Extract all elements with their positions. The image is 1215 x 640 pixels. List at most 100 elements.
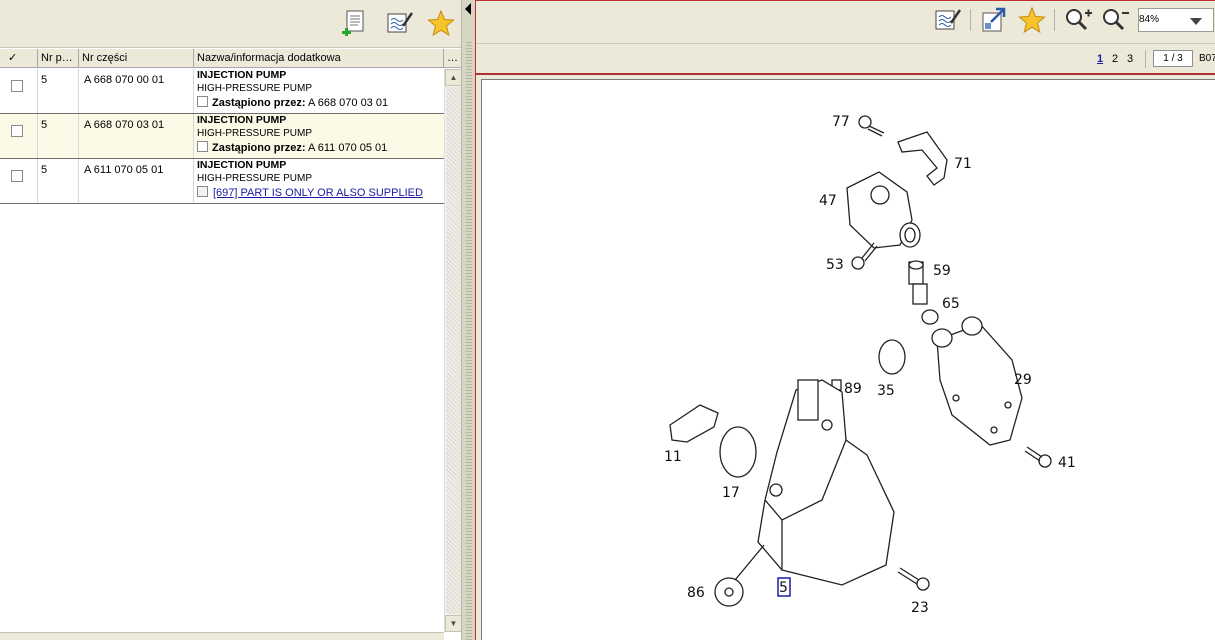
export-button[interactable]	[979, 5, 1009, 35]
callout-41[interactable]: 41	[1058, 455, 1076, 471]
part-35-oring	[878, 339, 906, 375]
document-add-icon	[342, 10, 364, 36]
favorites-button[interactable]	[1017, 5, 1047, 35]
footnote-link[interactable]: [697] PART IS ONLY OR ALSO SUPPLIED	[213, 187, 423, 199]
callout-47[interactable]: 47	[819, 193, 837, 209]
part-description: HIGH-PRESSURE PUMP	[197, 128, 313, 139]
callout-71[interactable]: 71	[954, 156, 972, 172]
parts-list-panel: ✓ Nr p… Nr części Nazwa/informacja dodat…	[0, 0, 462, 640]
splitter-grip	[466, 40, 472, 640]
callout-65[interactable]: 65	[942, 296, 960, 312]
collapse-arrow-icon[interactable]	[465, 3, 471, 15]
callout-35[interactable]: 35	[877, 383, 895, 399]
part-17-oring	[719, 426, 757, 478]
callout-89[interactable]: 89	[844, 381, 862, 397]
zoom-out-button[interactable]	[1100, 5, 1130, 35]
row-check-cell	[0, 69, 38, 113]
row-checkbox[interactable]	[11, 170, 23, 182]
zoom-value: 84%	[1139, 14, 1160, 25]
page-link-1[interactable]: 1	[1097, 53, 1103, 65]
page-link-3[interactable]: 3	[1127, 53, 1133, 65]
replacement-value: A 611 070 05 01	[305, 142, 388, 154]
callout-17[interactable]: 17	[722, 485, 740, 501]
leader-line-86	[734, 544, 765, 581]
col-qty-header[interactable]: Nr p…	[38, 49, 79, 68]
col-more-header[interactable]: …	[444, 49, 461, 68]
callout-29[interactable]: 29	[1014, 372, 1032, 388]
col-check-header[interactable]: ✓	[0, 49, 38, 68]
chevron-down-icon[interactable]	[1190, 18, 1202, 25]
horizontal-scrollbar[interactable]	[0, 632, 444, 640]
qty-cell: 5	[38, 159, 79, 203]
callout-53[interactable]: 53	[826, 257, 844, 273]
part-23-bolt	[897, 567, 930, 591]
part-59-valve	[908, 260, 928, 305]
part-65-ring	[921, 309, 939, 325]
part-name: INJECTION PUMP	[197, 114, 287, 126]
name-cell: INJECTION PUMP HIGH-PRESSURE PUMP Zastąp…	[194, 114, 444, 158]
part-name: INJECTION PUMP	[197, 159, 287, 171]
part-number-cell: A 668 070 03 01	[79, 114, 194, 158]
col-name-header[interactable]: Nazwa/informacja dodatkowa	[194, 49, 444, 68]
part-number-cell: A 611 070 05 01	[79, 159, 194, 203]
qty-cell: 5	[38, 69, 79, 113]
toolbar-separator	[1054, 9, 1055, 31]
scroll-up-button[interactable]: ▲	[445, 69, 462, 86]
notepad-pen-icon	[387, 12, 413, 33]
notes-button[interactable]	[384, 8, 414, 38]
vertical-scrollbar[interactable]: ▲ ▼	[444, 69, 462, 632]
row-checkbox[interactable]	[11, 80, 23, 92]
callout-5[interactable]: 5	[779, 580, 788, 596]
part-71-bracket	[897, 131, 948, 186]
row-checkbox[interactable]	[11, 125, 23, 137]
panel-splitter[interactable]	[461, 0, 475, 640]
table-row[interactable]: 5 A 668 070 03 01 INJECTION PUMP HIGH-PR…	[0, 114, 444, 159]
part-41-screw	[1024, 446, 1052, 468]
diagram-drawing: 77 71 47 53 59 65 29 35 89 11 17 41 86 5…	[664, 114, 1076, 616]
part-86-seal	[714, 577, 744, 607]
part-description: HIGH-PRESSURE PUMP	[197, 173, 313, 184]
diagram-toolbar: 84%	[476, 0, 1215, 42]
diagram-panel: 84% 1 2 3 1 / 3 B07 77 71 47 53 59 65 29…	[475, 0, 1215, 640]
part-77-screw	[858, 115, 885, 137]
callout-11[interactable]: 11	[664, 449, 682, 465]
callout-77[interactable]: 77	[832, 114, 850, 130]
table-row[interactable]: 5 A 611 070 05 01 INJECTION PUMP HIGH-PR…	[0, 159, 444, 204]
page-navigator: 1 2 3 1 / 3 B07	[476, 43, 1215, 75]
exploded-diagram[interactable]: 77 71 47 53 59 65 29 35 89 11 17 41 86 5…	[481, 79, 1215, 640]
zoom-in-button[interactable]	[1063, 5, 1093, 35]
part-29-cover	[931, 316, 1023, 446]
row-check-cell	[0, 114, 38, 158]
grid-header: ✓ Nr p… Nr części Nazwa/informacja dodat…	[0, 49, 461, 68]
name-cell: INJECTION PUMP HIGH-PRESSURE PUMP Zastąp…	[194, 69, 444, 113]
scroll-thumb[interactable]	[446, 87, 461, 614]
favorites-button[interactable]	[426, 8, 456, 38]
replacement-line: Zastąpiono przez: A 611 070 05 01	[197, 141, 441, 156]
diagram-code: B07	[1199, 53, 1215, 64]
parts-grid: 5 A 668 070 00 01 INJECTION PUMP HIGH-PR…	[0, 69, 444, 632]
replacement-label: Zastąpiono przez:	[212, 142, 306, 154]
callout-23[interactable]: 23	[911, 600, 929, 616]
pager-separator	[1145, 50, 1146, 68]
part-name: INJECTION PUMP	[197, 69, 287, 81]
notepad-pen-icon	[935, 9, 961, 30]
callout-86[interactable]: 86	[687, 585, 705, 601]
replacement-checkbox[interactable]	[197, 96, 208, 107]
part-5-pump-body	[757, 379, 895, 586]
replacement-value: A 668 070 03 01	[305, 97, 389, 109]
table-row[interactable]: 5 A 668 070 00 01 INJECTION PUMP HIGH-PR…	[0, 69, 444, 114]
zoom-select[interactable]: 84%	[1138, 8, 1214, 32]
add-document-button[interactable]	[340, 8, 370, 38]
app-window: ✓ Nr p… Nr części Nazwa/informacja dodat…	[0, 0, 1215, 640]
col-part-number-header[interactable]: Nr części	[79, 49, 194, 68]
toolbar-separator	[970, 9, 971, 31]
scroll-down-button[interactable]: ▼	[445, 615, 462, 632]
page-link-2[interactable]: 2	[1112, 53, 1118, 65]
notes-button[interactable]	[932, 5, 962, 35]
row-check-cell	[0, 159, 38, 203]
replacement-line: Zastąpiono przez: A 668 070 03 01	[197, 96, 441, 111]
replacement-checkbox[interactable]	[197, 141, 208, 152]
part-47-housing	[846, 171, 921, 249]
callout-59[interactable]: 59	[933, 263, 951, 279]
part-11-plate	[669, 404, 719, 443]
